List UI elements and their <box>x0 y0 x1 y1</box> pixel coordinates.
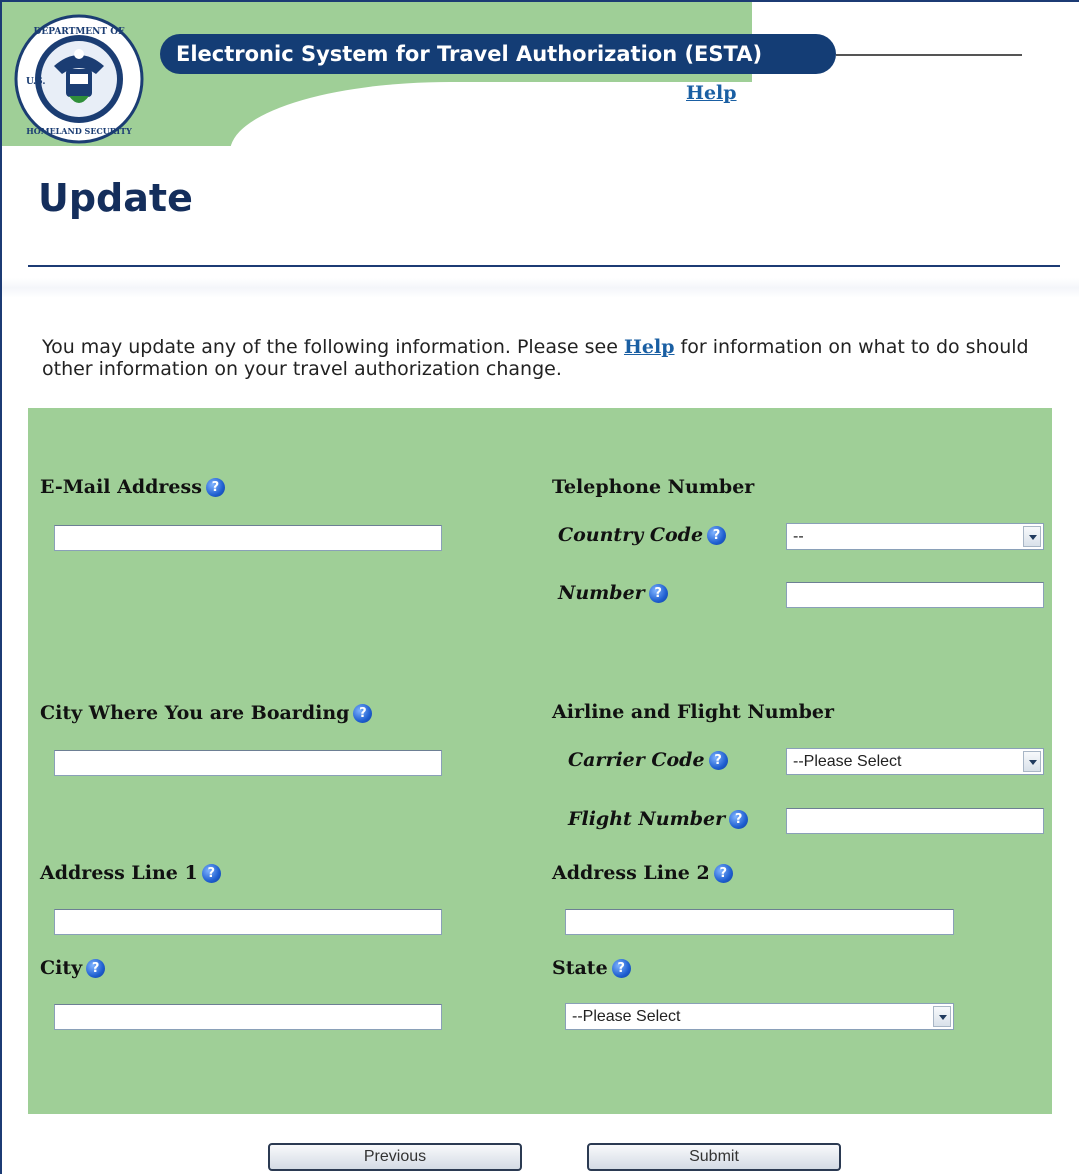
help-icon[interactable]: ? <box>205 478 225 497</box>
help-icon[interactable]: ? <box>729 810 749 829</box>
svg-text:HOMELAND SECURITY: HOMELAND SECURITY <box>26 126 132 136</box>
chevron-down-icon[interactable] <box>1023 526 1041 547</box>
carrier-code-value: --Please Select <box>793 753 902 770</box>
help-icon[interactable]: ? <box>707 526 727 545</box>
flight-number-input[interactable] <box>786 808 1044 834</box>
phone-number-input[interactable] <box>786 582 1044 608</box>
carrier-code-label-text: Carrier Code <box>568 749 705 771</box>
country-code-value: -- <box>793 528 804 545</box>
address-line-1-label: Address Line 1? <box>40 862 221 884</box>
app-title-bar: Electronic System for Travel Authorizati… <box>160 34 836 74</box>
svg-text:U.S.: U.S. <box>26 77 45 87</box>
email-label-text: E-Mail Address <box>40 476 202 498</box>
city-label: City? <box>40 957 106 979</box>
boarding-city-label-text: City Where You are Boarding <box>40 702 350 724</box>
boarding-city-label: City Where You are Boarding? <box>40 702 373 724</box>
number-label-text: Number <box>558 582 645 604</box>
carrier-code-select[interactable]: --Please Select <box>786 748 1044 775</box>
state-label: State? <box>552 957 631 979</box>
address-line-2-input[interactable] <box>565 909 954 935</box>
dhs-seal-logo: DEPARTMENT OF HOMELAND SECURITY U.S. <box>14 14 144 144</box>
previous-button[interactable]: Previous <box>268 1143 522 1171</box>
email-input[interactable] <box>54 525 442 551</box>
help-icon[interactable]: ? <box>611 959 631 978</box>
flight-number-label-text: Flight Number <box>568 808 726 830</box>
address-line-2-label: Address Line 2? <box>552 862 733 884</box>
address-line-1-input[interactable] <box>54 909 442 935</box>
state-select[interactable]: --Please Select <box>565 1003 954 1030</box>
title-divider <box>836 54 1022 56</box>
help-icon[interactable]: ? <box>201 864 221 883</box>
help-link-header[interactable]: Help <box>686 82 737 104</box>
chevron-down-icon[interactable] <box>1023 751 1041 772</box>
help-icon[interactable]: ? <box>708 751 728 770</box>
state-label-text: State <box>552 957 608 979</box>
address-line-2-label-text: Address Line 2 <box>552 862 710 884</box>
city-label-text: City <box>40 957 83 979</box>
help-link-intro[interactable]: Help <box>624 336 675 358</box>
boarding-city-input[interactable] <box>54 750 442 776</box>
help-icon[interactable]: ? <box>713 864 733 883</box>
chevron-down-icon[interactable] <box>933 1006 951 1027</box>
help-icon[interactable]: ? <box>86 959 106 978</box>
app-title: Electronic System for Travel Authorizati… <box>176 42 763 66</box>
help-icon[interactable]: ? <box>648 584 668 603</box>
flight-number-label: Flight Number? <box>568 808 749 830</box>
page-title: Update <box>38 176 193 220</box>
address-line-1-label-text: Address Line 1 <box>40 862 198 884</box>
header-right <box>752 2 1079 146</box>
intro-text: You may update any of the following info… <box>42 336 1079 380</box>
country-code-label-text: Country Code <box>558 524 704 546</box>
intro-text-before: You may update any of the following info… <box>42 336 624 358</box>
help-icon[interactable]: ? <box>353 704 373 723</box>
number-label: Number? <box>558 582 668 604</box>
country-code-label: Country Code? <box>558 524 727 546</box>
section-divider <box>2 278 1079 298</box>
submit-button[interactable]: Submit <box>587 1143 841 1171</box>
city-input[interactable] <box>54 1004 442 1030</box>
airline-flight-label: Airline and Flight Number <box>552 701 835 723</box>
email-label: E-Mail Address? <box>40 476 225 498</box>
country-code-select[interactable]: -- <box>786 523 1044 550</box>
title-underline <box>28 265 1060 267</box>
carrier-code-label: Carrier Code? <box>568 749 728 771</box>
telephone-label: Telephone Number <box>552 476 755 498</box>
svg-text:DEPARTMENT OF: DEPARTMENT OF <box>34 27 125 37</box>
state-value: --Please Select <box>572 1008 681 1025</box>
